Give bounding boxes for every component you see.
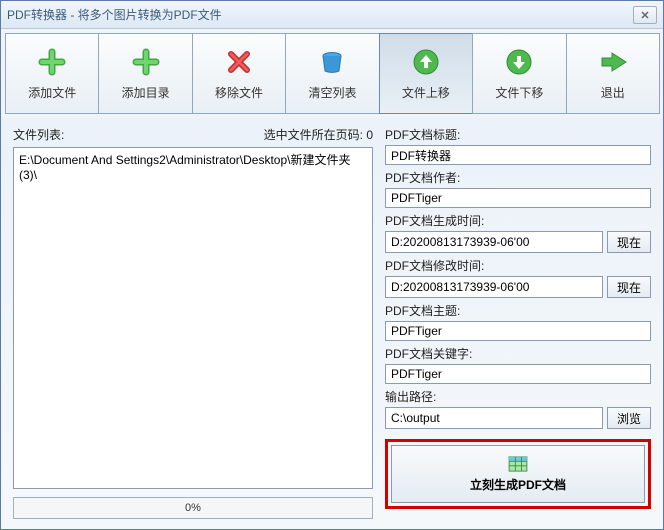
add-file-button[interactable]: 添加文件 <box>5 33 99 114</box>
author-label: PDF文档作者: <box>385 169 651 186</box>
browse-button[interactable]: 浏览 <box>607 407 651 429</box>
remove-button[interactable]: 移除文件 <box>192 33 286 114</box>
exit-icon <box>597 46 629 78</box>
keywords-label: PDF文档关键字: <box>385 345 651 362</box>
file-list-label: 文件列表: <box>13 126 64 143</box>
progress-bar: 0% <box>13 497 373 519</box>
generate-button[interactable]: 立刻生成PDF文档 <box>391 445 645 503</box>
create-time-label: PDF文档生成时间: <box>385 212 651 229</box>
subject-label: PDF文档主题: <box>385 302 651 319</box>
arrow-down-icon <box>503 46 535 78</box>
modify-time-input[interactable] <box>385 276 603 298</box>
subject-input[interactable] <box>385 321 651 341</box>
exit-label: 退出 <box>601 84 625 101</box>
app-window: PDF转换器 - 将多个图片转换为PDF文件 添加文件 添加目录 移除文件 <box>0 0 664 530</box>
author-input[interactable] <box>385 188 651 208</box>
add-dir-button[interactable]: 添加目录 <box>98 33 192 114</box>
titlebar: PDF转换器 - 将多个图片转换为PDF文件 <box>1 1 663 29</box>
close-icon <box>641 11 649 19</box>
close-button[interactable] <box>633 6 657 24</box>
generate-highlight: 立刻生成PDF文档 <box>385 439 651 509</box>
right-pane: PDF文档标题: PDF文档作者: PDF文档生成时间: 现在 PDF文档修改时… <box>385 126 651 519</box>
x-icon <box>223 46 255 78</box>
move-down-button[interactable]: 文件下移 <box>472 33 566 114</box>
plus-icon <box>130 46 162 78</box>
generate-label: 立刻生成PDF文档 <box>470 476 566 493</box>
trash-icon <box>316 46 348 78</box>
arrow-up-icon <box>410 46 442 78</box>
move-down-label: 文件下移 <box>495 84 543 101</box>
create-time-input[interactable] <box>385 231 603 253</box>
document-icon <box>508 456 528 472</box>
page-status: 选中文件所在页码: 0 <box>264 126 373 143</box>
now-button-modify[interactable]: 现在 <box>607 276 651 298</box>
plus-icon <box>36 46 68 78</box>
clear-label: 清空列表 <box>308 84 356 101</box>
list-item[interactable]: E:\Document And Settings2\Administrator\… <box>19 151 367 182</box>
output-input[interactable] <box>385 407 603 429</box>
toolbar: 添加文件 添加目录 移除文件 清空列表 文件上移 <box>1 29 663 118</box>
clear-button[interactable]: 清空列表 <box>285 33 379 114</box>
title-input[interactable] <box>385 145 651 165</box>
main-content: 文件列表: 选中文件所在页码: 0 E:\Document And Settin… <box>1 118 663 529</box>
exit-button[interactable]: 退出 <box>566 33 660 114</box>
left-pane: 文件列表: 选中文件所在页码: 0 E:\Document And Settin… <box>13 126 373 519</box>
add-dir-label: 添加目录 <box>122 84 170 101</box>
move-up-button[interactable]: 文件上移 <box>379 33 473 114</box>
title-label: PDF文档标题: <box>385 126 651 143</box>
file-list[interactable]: E:\Document And Settings2\Administrator\… <box>13 147 373 489</box>
now-button-create[interactable]: 现在 <box>607 231 651 253</box>
remove-label: 移除文件 <box>215 84 263 101</box>
left-header: 文件列表: 选中文件所在页码: 0 <box>13 126 373 143</box>
modify-time-label: PDF文档修改时间: <box>385 257 651 274</box>
add-file-label: 添加文件 <box>28 84 76 101</box>
window-title: PDF转换器 - 将多个图片转换为PDF文件 <box>7 6 633 23</box>
progress-text: 0% <box>185 502 201 514</box>
keywords-input[interactable] <box>385 364 651 384</box>
move-up-label: 文件上移 <box>402 84 450 101</box>
output-label: 输出路径: <box>385 388 651 405</box>
